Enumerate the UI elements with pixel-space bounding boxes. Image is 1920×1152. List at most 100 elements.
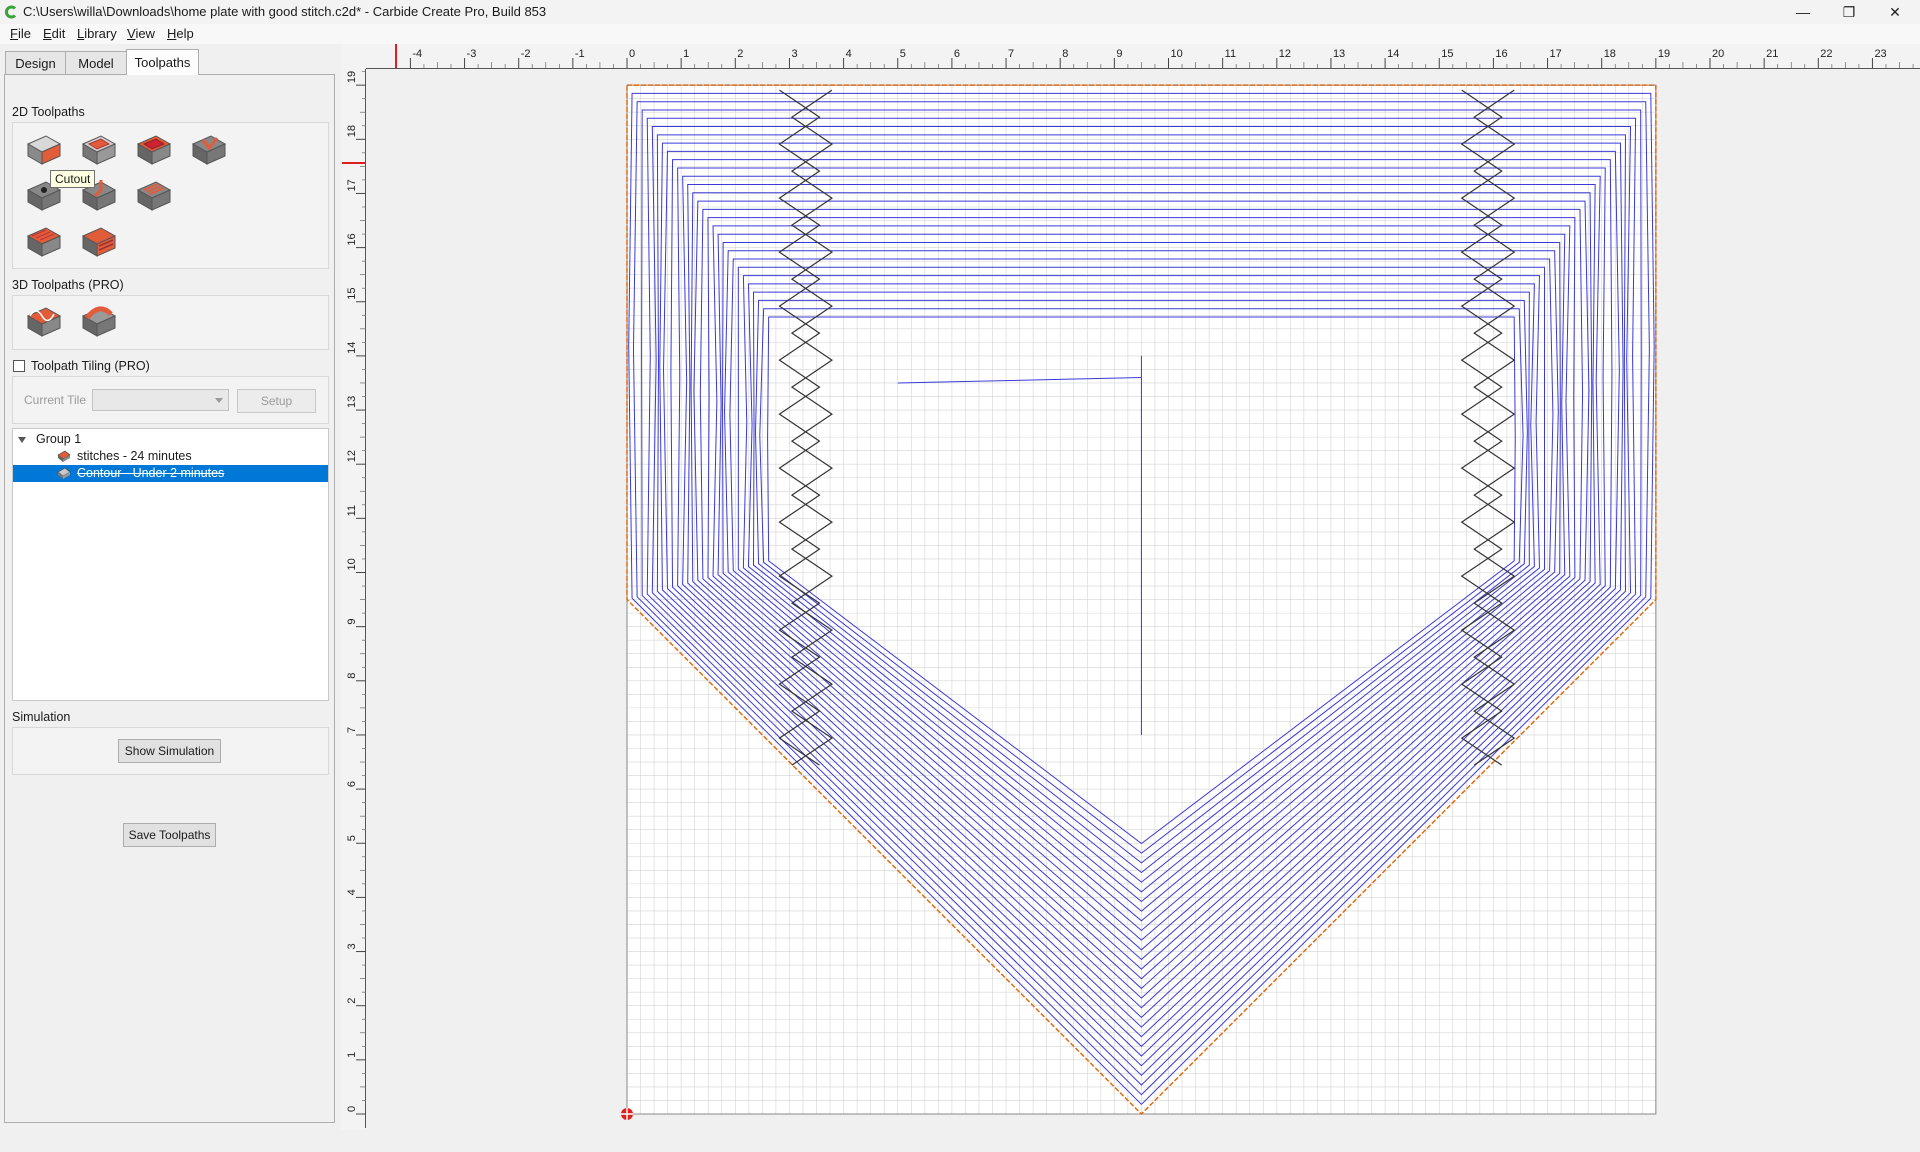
design-canvas[interactable]: -4 -3 -2 -1 0 1 2 3 4 5 6 7 8 9 10 11 12 13 14 15 16 17 18 19 20… — [342, 44, 1920, 1131]
ruler-label: 12 — [346, 450, 358, 462]
current-tile-select[interactable] — [92, 389, 229, 411]
toolpath-tiling-checkbox[interactable] — [13, 360, 25, 372]
expand-arrow-icon[interactable] — [18, 437, 26, 443]
toolpath-tiling-label: Toolpath Tiling (PRO) — [31, 359, 150, 373]
current-tile-label: Current Tile — [24, 393, 87, 407]
minimize-icon: — — [1796, 4, 1810, 20]
2d-toolpaths-label: 2D Toolpaths — [12, 105, 85, 119]
ruler-label: 11 — [1225, 48, 1236, 60]
ruler-label: 18 — [1604, 48, 1616, 60]
tab-toolpaths[interactable]: Toolpaths — [126, 49, 199, 75]
toolpath-tree: Group 1 stitches - 24 minutes Contour - … — [12, 428, 329, 701]
ruler-label: 8 — [1062, 48, 1068, 60]
3d-toolpaths-label: 3D Toolpaths (PRO) — [12, 278, 124, 292]
ruler-label: 6 — [346, 781, 358, 787]
ruler-label: -3 — [467, 48, 477, 60]
tree-group-row[interactable]: Group 1 — [13, 431, 328, 448]
ruler-label: 9 — [1116, 48, 1122, 60]
ruler-label: 3 — [346, 943, 358, 949]
tree-item-contour[interactable]: Contour - Under 2 minutes — [13, 465, 328, 482]
show-simulation-button[interactable]: Show Simulation — [118, 739, 221, 763]
save-toolpaths-button[interactable]: Save Toolpaths — [123, 823, 216, 847]
ruler-label: 19 — [346, 71, 358, 83]
ruler-label: 17 — [1550, 48, 1562, 60]
ruler-label: 2 — [346, 998, 358, 1004]
cutout-tooltip: Cutout — [50, 170, 96, 188]
tree-item-stitches[interactable]: stitches - 24 minutes — [13, 448, 328, 465]
ruler-label: 10 — [1171, 48, 1183, 60]
close-icon: ✕ — [1889, 3, 1901, 20]
vcarve-toolpath-icon[interactable] — [189, 130, 229, 170]
ruler-label: 15 — [1441, 48, 1453, 60]
ruler-label: 1 — [346, 1052, 358, 1058]
texture-toolpath-icon[interactable] — [134, 130, 174, 170]
toolpath-item-icon — [57, 450, 71, 462]
menu-view[interactable]: View — [124, 25, 158, 43]
ruler-label: 21 — [1766, 48, 1778, 60]
tree-item-label: stitches - 24 minutes — [77, 449, 192, 463]
ruler-label: 1 — [683, 48, 689, 60]
carbide-create-app-icon — [5, 5, 17, 19]
rough-toolpath-icon[interactable] — [79, 222, 119, 262]
restore-icon: ❐ — [1842, 3, 1856, 20]
ruler-label: -2 — [521, 48, 531, 60]
ruler-label: 0 — [346, 1106, 358, 1112]
ruler-label: -1 — [575, 48, 585, 60]
ruler-label: 11 — [346, 505, 358, 516]
ruler-label: 7 — [1008, 48, 1014, 60]
pocket-toolpath-icon[interactable] — [79, 130, 119, 170]
menu-library[interactable]: Library — [74, 25, 120, 43]
ruler-label: 2 — [737, 48, 743, 60]
ruler-label: 0 — [629, 48, 635, 60]
3d-rough-icon[interactable] — [24, 302, 64, 342]
ruler-label: 7 — [346, 727, 358, 733]
ruler-label: 6 — [954, 48, 960, 60]
window-title: C:\Users\willa\Downloads\home plate with… — [23, 4, 547, 19]
ruler-label: 15 — [346, 288, 358, 300]
flatten-toolpath-icon[interactable] — [24, 222, 64, 262]
ruler-label: 13 — [346, 396, 358, 408]
ruler-label: 5 — [346, 835, 358, 841]
ruler-label: 4 — [346, 889, 358, 895]
group-label: Group 1 — [36, 432, 82, 446]
chevron-down-icon — [215, 398, 223, 403]
minimize-button[interactable]: — — [1780, 0, 1826, 24]
ruler-label: 4 — [846, 48, 852, 60]
ruler-label: 20 — [1712, 48, 1724, 60]
tab-design[interactable]: Design — [5, 51, 66, 74]
ruler-label: 14 — [346, 342, 358, 354]
simulation-label: Simulation — [12, 710, 71, 724]
contour-toolpath-icon[interactable] — [24, 130, 64, 170]
tree-item-label: Contour - Under 2 minutes — [77, 466, 225, 480]
toolpath-item-icon — [57, 467, 71, 479]
adaptive-toolpath-icon[interactable] — [134, 176, 174, 216]
canvas-markers — [621, 1108, 633, 1120]
ruler-label: 22 — [1820, 48, 1832, 60]
close-button[interactable]: ✕ — [1872, 0, 1918, 24]
ruler-label: 23 — [1874, 48, 1886, 60]
ruler-label: -4 — [412, 48, 422, 60]
ruler-label: 5 — [900, 48, 906, 60]
ruler-label: 8 — [346, 673, 358, 679]
ruler-label: 12 — [1279, 48, 1291, 60]
ruler-label: 3 — [791, 48, 797, 60]
menu-bar: File Edit Library View Help — [0, 24, 1920, 44]
restore-button[interactable]: ❐ — [1826, 0, 1872, 24]
ruler-label: 14 — [1387, 48, 1399, 60]
menu-help[interactable]: Help — [164, 25, 197, 43]
tab-model[interactable]: Model — [65, 51, 127, 74]
ruler-label: 19 — [1658, 48, 1670, 60]
tiling-setup-button[interactable]: Setup — [237, 389, 316, 413]
status-area — [0, 1131, 1920, 1152]
3d-finish-icon[interactable] — [79, 302, 119, 342]
ruler-label: 10 — [346, 558, 358, 570]
vertical-ruler-ticks: 191817161514131211109876543210 — [342, 69, 366, 1128]
ruler-label: 17 — [346, 179, 358, 191]
ruler-label: 16 — [346, 233, 358, 245]
horizontal-ruler: -4 -3 -2 -1 0 1 2 3 4 5 6 7 8 9 10 11 12 13 14 15 16 17 18 19 20… — [342, 44, 1920, 69]
ruler-label: 18 — [346, 125, 358, 137]
menu-edit[interactable]: Edit — [40, 25, 68, 43]
ruler-label: 13 — [1333, 48, 1345, 60]
ruler-label: 9 — [346, 619, 358, 625]
menu-file[interactable]: File — [7, 25, 34, 43]
